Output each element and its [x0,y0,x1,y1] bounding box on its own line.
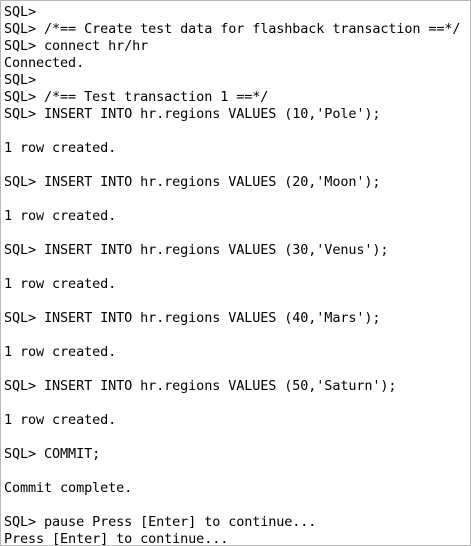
terminal-line: SQL> pause Press [Enter] to continue... [4,514,317,530]
terminal-line: 1 row created. [4,344,117,360]
terminal-line: Commit complete. [4,480,133,496]
terminal-line: SQL> [4,72,37,88]
terminal-line: SQL> INSERT INTO hr.regions VALUES (10,'… [4,106,381,122]
terminal-line: SQL> connect hr/hr [4,38,149,54]
terminal-prompt-line: Press [Enter] to continue... [4,531,229,546]
terminal-line: 1 row created. [4,140,117,156]
terminal-line: 1 row created. [4,412,117,428]
terminal-line: SQL> INSERT INTO hr.regions VALUES (20,'… [4,174,381,190]
terminal-line: SQL> [4,4,37,20]
terminal-line: 1 row created. [4,208,117,224]
terminal-line: SQL> INSERT INTO hr.regions VALUES (30,'… [4,242,389,258]
terminal-window[interactable]: SQL> SQL> /*== Create test data for flas… [0,0,471,546]
terminal-line: SQL> INSERT INTO hr.regions VALUES (40,'… [4,310,381,326]
terminal-line: 1 row created. [4,276,117,292]
terminal-line: SQL> INSERT INTO hr.regions VALUES (50,'… [4,378,397,394]
terminal-line: SQL> COMMIT; [4,446,101,462]
terminal-line: Connected. [4,55,85,71]
terminal-line: SQL> /*== Create test data for flashback… [4,21,461,37]
terminal-line: SQL> /*== Test transaction 1 ==*/ [4,89,269,105]
